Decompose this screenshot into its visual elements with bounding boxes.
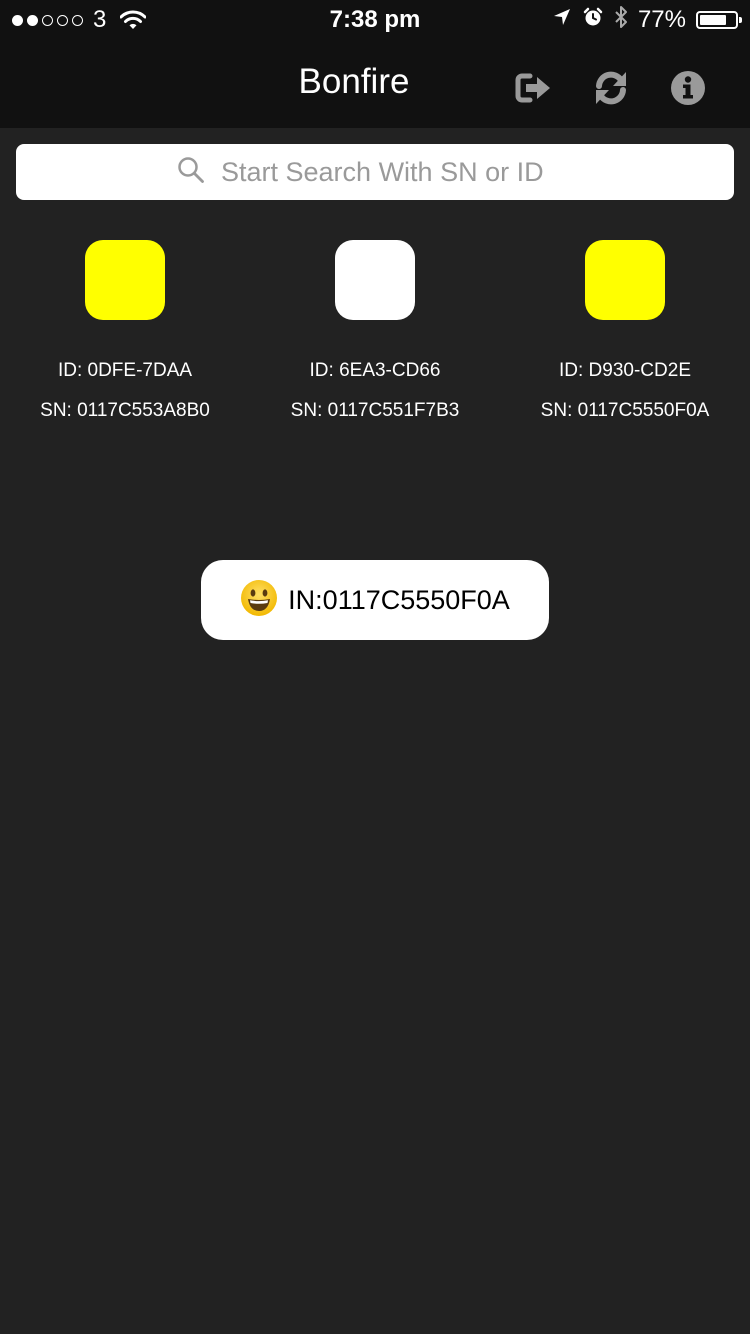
logout-button[interactable]: [514, 68, 554, 108]
search-bar[interactable]: [16, 144, 734, 200]
toast-text: IN:0117C5550F0A: [288, 584, 510, 615]
search-icon: [177, 156, 205, 189]
device-id: ID: 6EA3-CD66: [309, 360, 441, 381]
location-arrow-icon: [552, 6, 572, 34]
device-color-swatch: [585, 240, 665, 320]
device-item[interactable]: ID: 6EA3-CD66 SN: 0117C551F7B3: [250, 240, 500, 422]
device-sn: SN: 0117C551F7B3: [290, 400, 460, 421]
device-id: ID: D930-CD2E: [559, 360, 691, 381]
status-bar: 3 7:38 pm 77%: [0, 0, 750, 40]
device-sn: SN: 0117C5550F0A: [540, 400, 710, 421]
device-id: ID: 0DFE-7DAA: [57, 360, 193, 381]
smiley-face-icon: [240, 579, 278, 622]
battery-percent: 77%: [637, 6, 686, 33]
battery-icon: [696, 11, 742, 29]
navigation-bar: Bonfire: [0, 40, 750, 128]
info-icon: [671, 71, 705, 105]
status-indicators: 77%: [552, 5, 742, 36]
alarm-clock-icon: [582, 6, 604, 35]
refresh-button[interactable]: [591, 68, 631, 108]
search-input[interactable]: [219, 155, 573, 189]
app-screen: 3 7:38 pm 77% Bonfire Start Search With …: [0, 0, 750, 1334]
device-color-swatch: [85, 240, 165, 320]
device-sn: SN: 0117C553A8B0: [40, 400, 210, 421]
bluetooth-icon: [614, 5, 628, 36]
refresh-icon: [596, 71, 626, 105]
device-color-swatch: [335, 240, 415, 320]
logout-icon: [515, 73, 550, 103]
info-button[interactable]: [668, 68, 708, 108]
device-item[interactable]: ID: 0DFE-7DAA SN: 0117C553A8B0: [0, 240, 250, 422]
toast-message: IN:0117C5550F0A: [201, 560, 549, 640]
device-item[interactable]: ID: D930-CD2E SN: 0117C5550F0A: [500, 240, 750, 422]
battery-fill: [700, 15, 726, 25]
